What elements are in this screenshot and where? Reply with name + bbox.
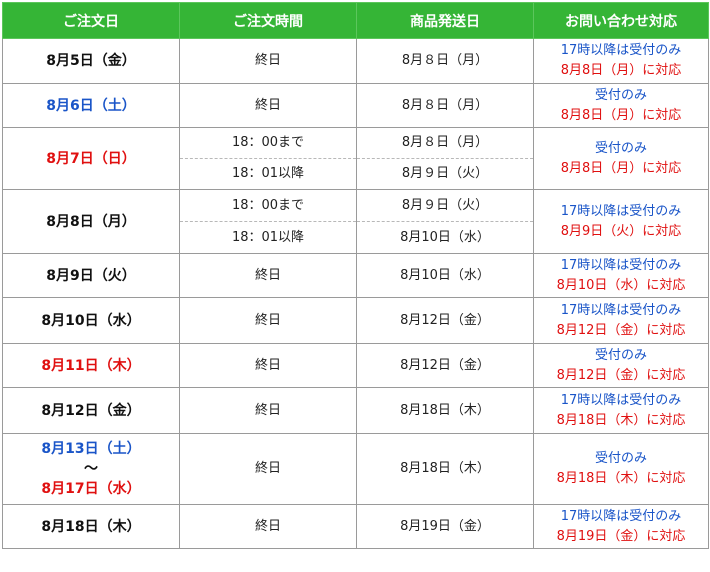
table-row: 8月13日（土） ～ 8月17日（水） 終日 8月18日（木） 受付のみ 8月18日（木）に… [2, 433, 709, 505]
inquiry-text: 8月8日（月）に対応 [560, 63, 682, 78]
order-date-text: 8月18日（木） [41, 518, 141, 535]
order-time-cell: 終日 [179, 433, 357, 505]
page: ご注文日 ご注文時間 商品発送日 お問い合わせ対応 8月5日（金） 終日 8月８日（… [0, 0, 710, 572]
inquiry-text: 17時以降は受付のみ [560, 203, 682, 219]
ship-date-cell: 8月10日（水） [356, 253, 534, 298]
order-date-cell: 8月18日（木） [2, 504, 180, 549]
table-body: 8月5日（金） 終日 8月８日（月） 17時以降は受付のみ 8月8日（月）に対応 8月6日… [2, 38, 709, 549]
table-row: 8月10日（水） 終日 8月12日（金） 17時以降は受付のみ 8月12日（金）に対応 [2, 297, 709, 344]
table-row: 8月5日（金） 終日 8月８日（月） 17時以降は受付のみ 8月8日（月）に対応 [2, 38, 709, 84]
table-row: 8月11日（木） 終日 8月12日（金） 受付のみ 8月12日（金）に対応 [2, 343, 709, 388]
ship-date-cell: 8月９日（火） [356, 158, 534, 190]
order-time-cell: 終日 [179, 504, 357, 549]
order-date-cell: 8月9日（火） [2, 253, 180, 298]
inquiry-cell: 17時以降は受付のみ 8月12日（金）に対応 [533, 297, 709, 344]
inquiry-text: 8月9日（火）に対応 [560, 223, 682, 239]
order-date-cell: 8月12日（金） [2, 387, 180, 434]
inquiry-text: 17時以降は受付のみ [560, 302, 682, 318]
ship-date-cell: 8月８日（月） [356, 127, 534, 159]
inquiry-text: 17時以降は受付のみ [560, 43, 682, 58]
ship-date-cell: 8月８日（月） [356, 83, 534, 128]
ship-date-cell: 8月８日（月） [356, 38, 534, 84]
inquiry-cell: 受付のみ 8月8日（月）に対応 [533, 83, 709, 128]
order-date-cell: 8月7日（日） [2, 127, 180, 190]
header-inquiry: お問い合わせ対応 [533, 2, 709, 39]
order-date-text: 8月7日（日） [46, 150, 136, 167]
order-date-text: 8月12日（金） [41, 402, 141, 419]
ship-date-cell: 8月10日（水） [356, 221, 534, 254]
inquiry-text: 8月10日（水）に対応 [556, 277, 686, 293]
inquiry-text: 17時以降は受付のみ [560, 257, 682, 273]
table-row: 8月6日（土） 終日 8月８日（月） 受付のみ 8月8日（月）に対応 [2, 83, 709, 128]
order-time-cell: 終日 [179, 387, 357, 434]
order-time-cell: 18：00まで [179, 189, 357, 222]
inquiry-text: 受付のみ [594, 140, 647, 156]
order-time-cell: 終日 [179, 38, 357, 84]
order-date-text: ～ [84, 461, 98, 477]
inquiry-text: 受付のみ [594, 87, 647, 103]
order-time-cell: 終日 [179, 83, 357, 128]
table-row: 8月12日（金） 終日 8月18日（木） 17時以降は受付のみ 8月18日（木）に対応 [2, 387, 709, 434]
order-date-cell: 8月5日（金） [2, 38, 180, 84]
order-date-text: 8月6日（土） [46, 97, 136, 114]
inquiry-text: 8月12日（金）に対応 [556, 322, 686, 338]
inquiry-cell: 受付のみ 8月18日（木）に対応 [533, 433, 709, 505]
inquiry-cell: 17時以降は受付のみ 8月19日（金）に対応 [533, 504, 709, 549]
order-date-text: 8月8日（月） [46, 213, 136, 230]
inquiry-text: 8月19日（金）に対応 [556, 528, 686, 544]
ship-date-cell: 8月19日（金） [356, 504, 534, 549]
inquiry-text: 17時以降は受付のみ [560, 392, 682, 408]
table-row: 8月9日（火） 終日 8月10日（水） 17時以降は受付のみ 8月10日（水）に対応 [2, 253, 709, 298]
order-date-text: 8月9日（火） [46, 267, 136, 284]
order-date-text: 8月13日（土） [41, 441, 141, 457]
inquiry-text: 8月8日（月）に対応 [560, 160, 682, 176]
order-time-cell: 18：00まで [179, 127, 357, 159]
header-order-date: ご注文日 [2, 2, 180, 39]
order-time-cell: 終日 [179, 253, 357, 298]
inquiry-cell: 17時以降は受付のみ 8月9日（火）に対応 [533, 189, 709, 254]
order-date-cell: 8月13日（土） ～ 8月17日（水） [2, 433, 180, 505]
inquiry-text: 受付のみ [594, 451, 647, 466]
table-row: 8月8日（月） 18：00まで 8月９日（火） 17時以降は受付のみ 8月9日（火）に対… [2, 189, 709, 254]
order-date-cell: 8月6日（土） [2, 83, 180, 128]
order-time-cell: 18：01以降 [179, 221, 357, 254]
header-row: ご注文日 ご注文時間 商品発送日 お問い合わせ対応 [2, 2, 709, 39]
inquiry-text: 17時以降は受付のみ [560, 508, 682, 524]
order-time-cell: 18：01以降 [179, 158, 357, 190]
inquiry-text: 8月18日（木）に対応 [556, 412, 686, 428]
order-date-text: 8月5日（金） [46, 53, 136, 69]
header-ship-date: 商品発送日 [356, 2, 534, 39]
shipping-schedule-table: ご注文日 ご注文時間 商品発送日 お問い合わせ対応 8月5日（金） 終日 8月８日（… [2, 2, 709, 549]
inquiry-cell: 受付のみ 8月12日（金）に対応 [533, 343, 709, 388]
inquiry-cell: 受付のみ 8月8日（月）に対応 [533, 127, 709, 190]
order-date-text: 8月17日（水） [41, 481, 141, 497]
order-date-cell: 8月10日（水） [2, 297, 180, 344]
order-time-cell: 終日 [179, 343, 357, 388]
inquiry-text: 8月12日（金）に対応 [556, 367, 686, 383]
inquiry-text: 8月18日（木）に対応 [556, 471, 686, 486]
table-row: 8月7日（日） 18：00まで 8月８日（月） 受付のみ 8月8日（月）に対応 [2, 127, 709, 190]
order-date-text: 8月11日（木） [41, 357, 141, 374]
inquiry-cell: 17時以降は受付のみ 8月18日（木）に対応 [533, 387, 709, 434]
inquiry-text: 受付のみ [594, 347, 647, 363]
order-date-text: 8月10日（水） [41, 312, 141, 329]
header-order-time: ご注文時間 [179, 2, 357, 39]
ship-date-cell: 8月18日（木） [356, 387, 534, 434]
inquiry-cell: 17時以降は受付のみ 8月8日（月）に対応 [533, 38, 709, 84]
inquiry-text: 8月8日（月）に対応 [560, 107, 682, 123]
ship-date-cell: 8月12日（金） [356, 343, 534, 388]
order-date-cell: 8月11日（木） [2, 343, 180, 388]
ship-date-cell: 8月12日（金） [356, 297, 534, 344]
table-row: 8月18日（木） 終日 8月19日（金） 17時以降は受付のみ 8月19日（金）に対応 [2, 504, 709, 549]
ship-date-cell: 8月18日（木） [356, 433, 534, 505]
ship-date-cell: 8月９日（火） [356, 189, 534, 222]
order-time-cell: 終日 [179, 297, 357, 344]
order-date-cell: 8月8日（月） [2, 189, 180, 254]
inquiry-cell: 17時以降は受付のみ 8月10日（水）に対応 [533, 253, 709, 298]
